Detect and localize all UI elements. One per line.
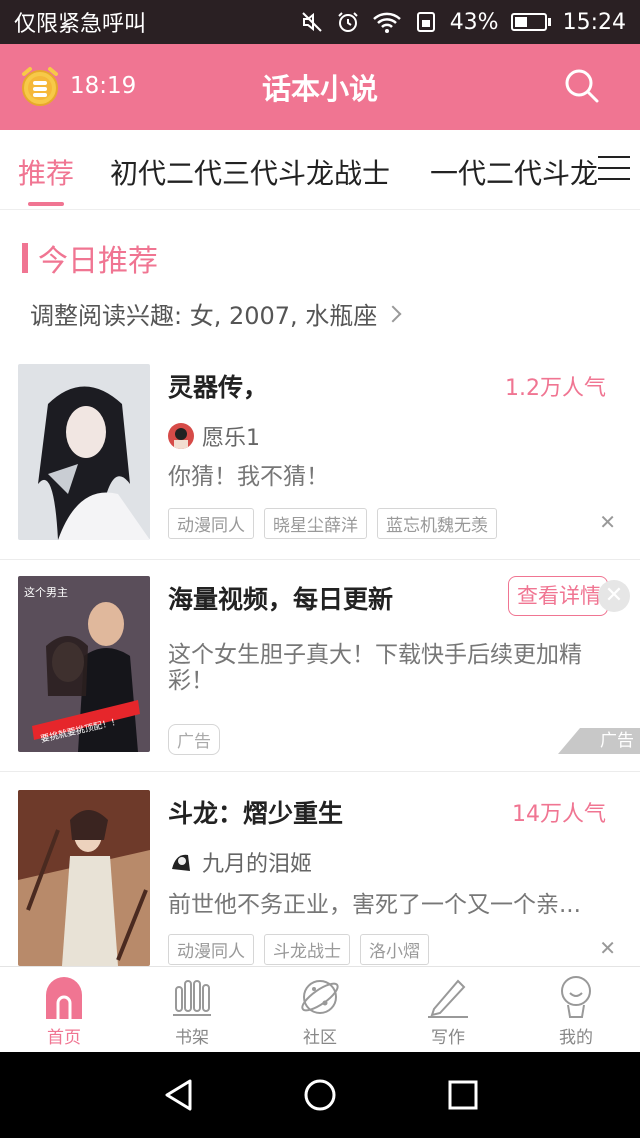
close-icon[interactable]: ✕ — [599, 510, 616, 534]
nav-bookshelf[interactable]: 书架 — [128, 967, 256, 1052]
nav-label: 社区 — [303, 1028, 337, 1048]
close-icon[interactable]: ✕ — [599, 936, 616, 960]
status-bar: 仅限紧急呼叫 43% 15:24 — [0, 0, 640, 44]
book-cover — [18, 364, 150, 540]
profile-icon — [561, 976, 591, 1018]
author-name: 愿乐1 — [202, 426, 260, 451]
wifi-icon — [372, 12, 401, 33]
tag-list: 动漫同人 晓星尘薛洋 蓝忘机魏无羡 — [168, 508, 497, 539]
avatar — [168, 849, 194, 875]
nav-label: 写作 — [431, 1028, 465, 1048]
book-title: 斗龙：熠少重生 — [168, 799, 344, 828]
home-icon — [46, 977, 82, 1019]
carrier-text: 仅限紧急呼叫 — [14, 12, 147, 37]
tag[interactable]: 蓝忘机魏无羡 — [377, 508, 497, 539]
tab-recommend[interactable]: 推荐 — [18, 152, 74, 192]
section-title: 今日推荐 — [38, 244, 158, 279]
tag[interactable]: 晓星尘薛洋 — [264, 508, 367, 539]
adjust-interest-link[interactable]: 调整阅读兴趣: 女, 2007, 水瓶座 — [30, 296, 402, 331]
tab-dragon-gen[interactable]: 一代二代斗龙 — [430, 152, 598, 192]
ad-title: 海量视频，每日更新 — [168, 585, 394, 614]
category-tabs: 推荐 初代二代三代斗龙战士 一代二代斗龙 — [0, 130, 640, 210]
nav-label: 我的 — [559, 1028, 593, 1048]
search-icon[interactable] — [562, 66, 602, 106]
book-title: 灵器传， — [168, 373, 269, 402]
author-name: 九月的泪姬 — [202, 852, 313, 877]
home-circle-icon[interactable] — [303, 1078, 337, 1112]
nav-home[interactable]: 首页 — [0, 967, 128, 1052]
tab-dragon-warriors[interactable]: 初代二代三代斗龙战士 — [110, 152, 390, 192]
book-card[interactable]: 斗龙：熠少重生 14万人气 九月的泪姬 前世他不务正业，害死了一个又一个亲...… — [0, 790, 640, 966]
alarm-clock-icon — [337, 12, 358, 32]
planet-icon — [301, 980, 339, 1014]
view-details-button[interactable]: 查看详情 — [508, 576, 608, 616]
tag[interactable]: 洛小熠 — [360, 934, 429, 965]
section-marker — [22, 243, 28, 273]
tag[interactable]: 动漫同人 — [168, 508, 254, 539]
pen-icon — [428, 979, 468, 1018]
nav-label: 首页 — [47, 1028, 81, 1048]
bookshelf-icon — [173, 980, 211, 1016]
app-header: 18:19 话本小说 — [0, 44, 640, 130]
interest-text: 调整阅读兴趣: 女, 2007, 水瓶座 — [30, 302, 378, 330]
chevron-right-icon — [384, 305, 402, 322]
system-nav-bar — [0, 1052, 640, 1138]
battery-icon — [510, 13, 551, 31]
popularity: 14万人气 — [512, 802, 606, 827]
ad-cover: 要挑就要挑顶配！！ 这个男主 — [18, 576, 150, 752]
section-heading: 今日推荐 — [22, 236, 158, 280]
popularity: 1.2万人气 — [505, 376, 606, 401]
app-title: 话本小说 — [261, 72, 378, 106]
book-card[interactable]: 灵器传， 1.2万人气 愿乐1 你猜！我不猜！ 动漫同人 晓星尘薛洋 蓝忘机魏无… — [0, 364, 640, 560]
tag-list: 动漫同人 斗龙战士 洛小熠 — [168, 934, 429, 965]
mute-icon — [301, 12, 322, 32]
nav-label: 书架 — [175, 1028, 209, 1048]
author-row: 九月的泪姬 — [168, 846, 312, 878]
sim-icon — [416, 12, 435, 32]
tag[interactable]: 斗龙战士 — [264, 934, 350, 965]
tag[interactable]: 动漫同人 — [168, 934, 254, 965]
back-icon[interactable] — [162, 1078, 196, 1112]
close-icon[interactable]: ✕ — [598, 580, 630, 612]
book-description: 你猜！我不猜！ — [168, 464, 329, 490]
book-description: 前世他不务正业，害死了一个又一个亲... — [168, 892, 581, 918]
nav-write[interactable]: 写作 — [384, 967, 512, 1052]
recents-icon[interactable] — [446, 1078, 480, 1112]
tab-indicator — [28, 202, 64, 206]
hamburger-icon[interactable] — [598, 156, 630, 186]
book-cover — [18, 790, 150, 966]
nav-profile[interactable]: 我的 — [512, 967, 640, 1052]
ad-mark: 广告 — [558, 728, 640, 754]
ad-cover-caption: 这个男主 — [24, 585, 68, 599]
ad-description: 这个女生胆子真大！下载快手后续更加精彩！ — [168, 642, 582, 694]
ad-card[interactable]: 要挑就要挑顶配！！ 这个男主 海量视频，每日更新 查看详情 ✕ 这个女生胆子真大… — [0, 576, 640, 772]
clock-time: 15:24 — [562, 9, 626, 35]
avatar — [168, 423, 194, 449]
ad-tag: 广告 — [168, 724, 220, 755]
author-row: 愿乐1 — [168, 420, 260, 452]
nav-community[interactable]: 社区 — [256, 967, 384, 1052]
ad-mark-label: 广告 — [600, 731, 634, 751]
battery-percent: 43% — [449, 9, 499, 35]
bottom-nav: 首页 书架 社区 写作 我的 — [0, 966, 640, 1052]
